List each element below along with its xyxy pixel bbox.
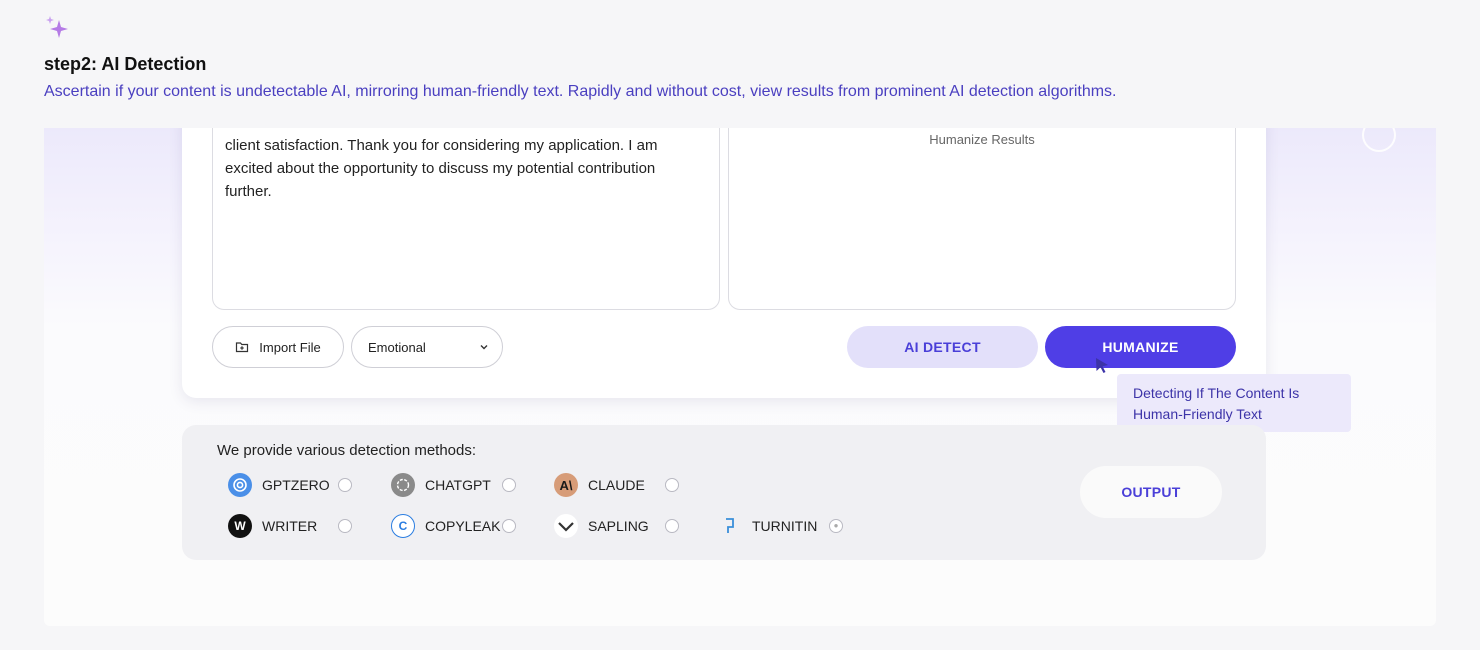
method-label: SAPLING <box>588 518 649 534</box>
sparkle-icon <box>46 16 68 38</box>
input-text-line: client satisfaction. Thank you for consi… <box>225 137 658 154</box>
tooltip-line: Human-Friendly Text <box>1133 406 1262 422</box>
claude-icon: A\ <box>554 473 578 497</box>
input-text-line: excited about the opportunity to discuss… <box>225 160 656 177</box>
method-copyleak: C COPYLEAK <box>391 513 500 539</box>
results-panel: Humanize Results <box>728 128 1236 310</box>
sapling-icon <box>554 514 578 538</box>
method-chatgpt: CHATGPT <box>391 472 491 498</box>
tone-selected-value: Emotional <box>368 339 426 355</box>
tone-select[interactable]: Emotional <box>351 326 503 368</box>
writer-icon: W <box>228 514 252 538</box>
gptzero-radio[interactable] <box>338 478 352 492</box>
method-writer: W WRITER <box>228 513 317 539</box>
chevron-down-icon <box>480 345 488 350</box>
chatgpt-icon <box>391 473 415 497</box>
copyleak-radio[interactable] <box>502 519 516 533</box>
step-description: Ascertain if your content is undetectabl… <box>44 83 1117 100</box>
input-text-line: further. <box>225 183 272 200</box>
ai-detect-button[interactable]: AI DETECT <box>847 326 1038 368</box>
sapling-radio[interactable] <box>665 519 679 533</box>
method-sapling: SAPLING <box>554 513 649 539</box>
detect-tooltip: Detecting If The Content Is Human-Friend… <box>1117 374 1351 432</box>
claude-radio[interactable] <box>665 478 679 492</box>
method-label: CLAUDE <box>588 477 645 493</box>
folder-icon <box>236 342 249 353</box>
gptzero-icon <box>228 473 252 497</box>
mouse-cursor-icon <box>1096 358 1108 373</box>
loading-spinner-icon <box>1362 128 1396 152</box>
method-turnitin: TURNITIN <box>718 513 817 539</box>
input-text-area[interactable]: client satisfaction. Thank you for consi… <box>212 128 720 310</box>
output-button[interactable]: OUTPUT <box>1080 466 1222 518</box>
results-label: Humanize Results <box>929 132 1035 147</box>
step-title: step2: AI Detection <box>44 54 207 74</box>
lock-icon: ● <box>829 519 843 533</box>
method-label: TURNITIN <box>752 518 818 534</box>
humanize-button[interactable]: HUMANIZE <box>1045 326 1236 368</box>
humanizer-stage: client satisfaction. Thank you for consi… <box>44 128 1436 626</box>
method-gptzero: GPTZERO <box>228 472 330 498</box>
import-file-button[interactable]: Import File <box>212 326 344 368</box>
method-claude: A\ CLAUDE <box>554 472 645 498</box>
method-label: CHATGPT <box>425 477 491 493</box>
method-label: COPYLEAK <box>425 518 501 534</box>
copyleak-icon: C <box>391 514 415 538</box>
turnitin-icon <box>718 514 742 538</box>
chatgpt-radio[interactable] <box>502 478 516 492</box>
detection-methods-card: We provide various detection methods: GP… <box>182 425 1266 560</box>
method-label: GPTZERO <box>262 477 330 493</box>
methods-title: We provide various detection methods: <box>217 442 477 459</box>
import-file-label: Import File <box>259 339 321 355</box>
editor-card: client satisfaction. Thank you for consi… <box>182 128 1351 432</box>
method-label: WRITER <box>262 518 318 534</box>
tooltip-line: Detecting If The Content Is <box>1133 385 1300 401</box>
writer-radio[interactable] <box>338 519 352 533</box>
